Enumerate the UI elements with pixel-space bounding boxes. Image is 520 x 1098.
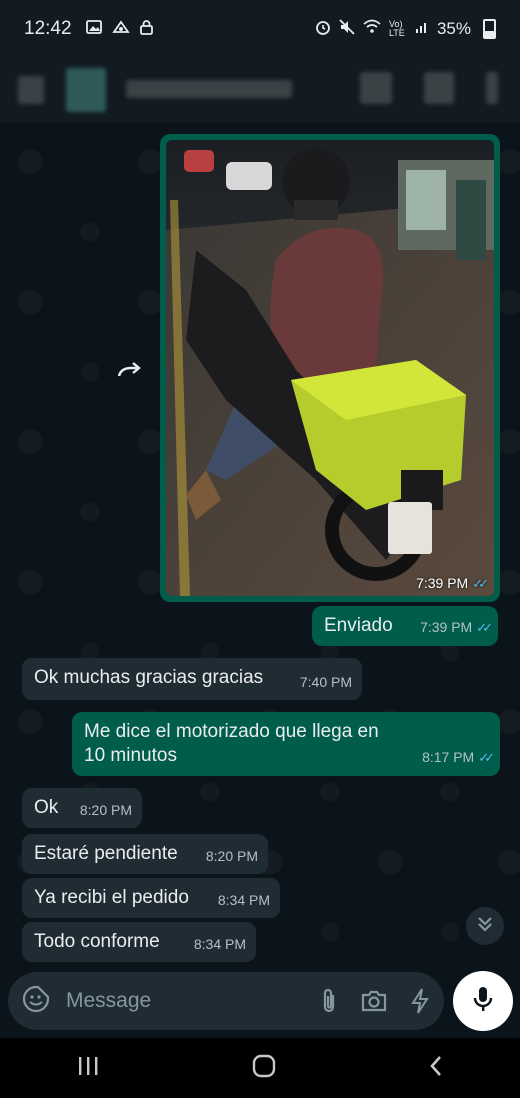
read-ticks-icon: ✓✓ [476,620,493,635]
message-text: Estaré pendiente [34,843,178,864]
image-icon [85,20,102,38]
lock-icon [139,19,153,39]
message-ok-gracias[interactable]: Ok muchas gracias gracias 7:40 PM [22,658,362,700]
mic-icon [472,985,494,1018]
menu-button-blurred[interactable] [486,72,498,104]
status-time: 12:42 [24,18,72,39]
signal-icon [415,19,429,39]
alarm-icon [315,19,331,40]
message-text: Enviado [324,615,393,636]
forward-button[interactable] [108,350,152,394]
message-composer[interactable]: Message [8,972,444,1030]
delivery-photo[interactable] [166,140,494,596]
call-button-blurred[interactable] [424,72,454,104]
video-call-button-blurred[interactable] [360,72,392,104]
contact-name-blurred[interactable] [126,80,292,98]
message-text: Ok [34,797,59,818]
message-time: 7:39 PM [420,619,473,635]
message-text: Ok muchas gracias gracias [34,667,264,688]
message-pendiente[interactable]: Estaré pendiente 8:20 PM [22,834,268,874]
message-time: 8:34 PM [217,892,270,908]
mute-icon [339,18,355,40]
message-time: 7:40 PM [299,674,352,690]
network-label: Vo) LTE [388,19,405,38]
message-input[interactable]: Message [66,989,298,1013]
system-nav-bar [0,1038,520,1098]
chat-area[interactable]: 7:39 PM ✓✓ Enviado 7:39 PM ✓✓ Ok muchas gr… [0,122,520,970]
battery-icon [483,19,496,39]
avatar[interactable] [66,68,106,112]
wifi-icon [363,19,381,39]
forward-icon [117,360,143,385]
back-button-blurred[interactable] [18,76,44,104]
sticker-icon[interactable] [22,985,50,1018]
home-icon[interactable] [251,1053,277,1084]
double-chevron-down-icon [476,915,494,938]
payment-icon[interactable] [410,988,430,1014]
image-timestamp: 7:39 PM ✓✓ [416,575,489,592]
scroll-to-bottom-button[interactable] [466,907,504,945]
message-text: Todo conforme [34,931,160,952]
recent-apps-icon[interactable] [76,1055,100,1082]
message-time: 8:20 PM [205,848,258,864]
message-text: Me dice el motorizado que llega en 10 mi… [84,721,379,766]
status-right-cluster: Vo) LTE 35% [315,18,496,40]
image-time: 7:39 PM [416,575,469,591]
read-ticks-icon: ✓✓ [472,576,489,591]
image-message[interactable]: 7:39 PM ✓✓ [160,134,500,602]
message-time: 8:20 PM [79,802,132,818]
voice-record-button[interactable] [453,971,513,1031]
cloud-icon [111,20,130,38]
chat-header[interactable] [0,58,520,122]
message-enviado[interactable]: Enviado 7:39 PM ✓✓ [312,606,498,646]
battery-level: 35% [436,19,471,38]
message-text: Ya recibi el pedido [34,887,189,908]
back-icon[interactable] [428,1054,444,1083]
camera-icon[interactable] [360,989,388,1013]
message-time: 8:34 PM [193,936,246,952]
attach-icon[interactable] [320,987,338,1015]
message-ok[interactable]: Ok 8:20 PM [22,788,142,828]
message-recibi[interactable]: Ya recibi el pedido 8:34 PM [22,878,280,918]
read-ticks-icon: ✓✓ [478,750,495,765]
message-conforme[interactable]: Todo conforme 8:34 PM [22,922,256,962]
status-bar: 12:42 Vo) LTE 35% [0,0,520,58]
message-motorizado[interactable]: Me dice el motorizado que llega en 10 mi… [72,712,500,776]
message-time: 8:17 PM [422,749,475,765]
